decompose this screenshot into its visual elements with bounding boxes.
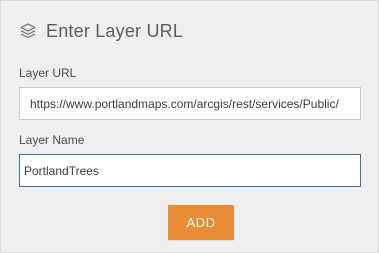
layer-url-input[interactable] <box>19 87 361 120</box>
layers-icon <box>19 22 37 40</box>
layer-name-label: Layer Name <box>19 133 85 147</box>
panel-header: Enter Layer URL <box>19 19 183 43</box>
layer-url-label: Layer URL <box>19 66 77 80</box>
add-button[interactable]: ADD <box>168 205 234 240</box>
layer-name-input[interactable] <box>19 154 361 187</box>
add-layer-panel: Enter Layer URL Layer URL Layer Name ADD <box>0 0 379 253</box>
dialog-title: Enter Layer URL <box>46 20 184 41</box>
